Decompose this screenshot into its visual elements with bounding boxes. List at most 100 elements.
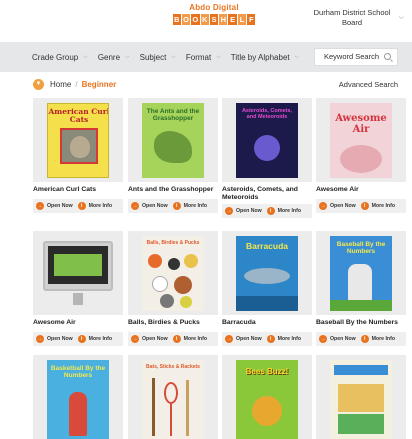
logo-tile: B	[172, 14, 181, 25]
nav-title-alphabet[interactable]: Title by Alphabet ⌵	[231, 53, 299, 62]
book-card: Asteroids, Comets, and Meteoroids Astero…	[222, 98, 312, 218]
info-icon: i	[77, 335, 86, 343]
open-icon: →	[225, 207, 233, 215]
more-info-button[interactable]: i More Info	[266, 207, 301, 215]
breadcrumb-home[interactable]: Home	[50, 80, 71, 89]
more-info-button[interactable]: i More Info	[77, 202, 112, 210]
field-art	[330, 300, 392, 311]
more-info-button[interactable]: i More Info	[266, 335, 301, 343]
nav-genre[interactable]: Genre ⌵	[98, 53, 130, 62]
book-cover[interactable]: Baseball By the Numbers	[330, 236, 392, 311]
breadcrumb-bar: ▼ Home / Beginner Advanced Search	[0, 72, 412, 98]
book-cover[interactable]: Bats, Sticks & Rackets	[142, 360, 204, 439]
ball-art	[168, 258, 180, 270]
cat-photo	[60, 128, 98, 164]
more-info-button[interactable]: i More Info	[172, 335, 207, 343]
chevron-down-icon: ⌵	[125, 53, 130, 60]
cover-illustration	[338, 414, 384, 434]
abdo-bookshelf-logo[interactable]: Abdo Digital B O O K S H E L F	[172, 3, 256, 25]
book-title[interactable]: Asteroids, Comets, and Meteoroids	[222, 186, 314, 202]
book-actions: → Open Now i More Info	[128, 199, 218, 213]
open-now-button[interactable]: → Open Now	[319, 202, 356, 210]
chevron-down-icon[interactable]: ▼	[33, 79, 44, 90]
book-cover[interactable]: Balls, Birdies & Pucks	[142, 236, 204, 311]
ball-art	[148, 254, 162, 268]
book-actions: → Open Now i More Info	[222, 332, 312, 346]
chevron-down-icon: ⌵	[216, 53, 221, 60]
info-icon: i	[360, 202, 369, 210]
book-cover[interactable]	[330, 360, 392, 439]
more-info-label: More Info	[371, 203, 395, 209]
district-selector[interactable]: Durham District School Board	[312, 8, 392, 28]
cover-title: Barracuda	[245, 241, 289, 251]
open-now-button[interactable]: → Open Now	[225, 335, 262, 343]
book-title[interactable]: Barracuda	[222, 319, 314, 327]
book-cover[interactable]: Asteroids, Comets, and Meteoroids	[236, 103, 298, 178]
open-now-label: Open Now	[47, 336, 73, 342]
balloon-art	[340, 145, 382, 173]
book-cover[interactable]: Bees Buzz!	[236, 360, 298, 439]
info-icon: i	[360, 335, 369, 343]
nav-grade-group[interactable]: Crade Group ⌵	[32, 53, 88, 62]
racket-handle	[170, 404, 172, 436]
more-info-button[interactable]: i More Info	[172, 202, 207, 210]
book-actions: → Open Now i More Info	[222, 204, 312, 218]
open-now-button[interactable]: → Open Now	[36, 202, 73, 210]
open-now-button[interactable]: → Open Now	[131, 202, 168, 210]
keyword-search-input[interactable]: Keyword Search	[314, 48, 398, 66]
book-cover[interactable]: Barracuda	[236, 236, 298, 311]
ball-art	[184, 254, 198, 268]
search-icon[interactable]	[384, 53, 391, 60]
cat-shape	[70, 136, 90, 158]
ball-art	[160, 294, 174, 308]
book-title[interactable]: Awesome Air	[316, 186, 408, 194]
more-info-button[interactable]: i More Info	[360, 335, 395, 343]
cover-title: Bats, Sticks & Rackets	[146, 364, 200, 370]
chevron-down-icon[interactable]: ⌵	[399, 14, 404, 22]
book-card: Bats, Sticks & Rackets	[128, 355, 218, 439]
more-info-button[interactable]: i More Info	[360, 202, 395, 210]
cover-title: Balls, Birdies & Pucks	[146, 240, 200, 246]
water-art	[236, 296, 298, 311]
book-card: Awesome Air → Open Now i More Info	[33, 231, 123, 351]
book-card: Basketball By the Numbers	[33, 355, 123, 439]
open-now-button[interactable]: → Open Now	[225, 207, 262, 215]
open-icon: →	[36, 202, 44, 210]
book-title[interactable]: Balls, Birdies & Pucks	[128, 319, 220, 327]
book-actions: → Open Now i More Info	[128, 332, 218, 346]
monitor-stand	[73, 293, 83, 305]
book-cover[interactable]: Awesome Air	[330, 103, 392, 178]
filter-nav-bar: Crade Group ⌵ Genre ⌵ Subject ⌵ Format ⌵ Tit…	[0, 42, 412, 72]
nav-subject[interactable]: Subject ⌵	[140, 53, 176, 62]
cover-title: Basketball By the Numbers	[50, 365, 106, 379]
advanced-search-link[interactable]: Advanced Search	[339, 80, 398, 89]
cover-illustration	[338, 384, 384, 412]
chevron-down-icon: ⌵	[294, 53, 300, 60]
open-now-button[interactable]: → Open Now	[36, 335, 73, 343]
book-cover[interactable]: The Ants and the Grasshopper	[142, 103, 204, 178]
book-title[interactable]: Ants and the Grasshopper	[128, 186, 220, 194]
open-now-button[interactable]: → Open Now	[131, 335, 168, 343]
more-info-label: More Info	[88, 336, 112, 342]
book-cover[interactable]	[43, 241, 113, 291]
book-card: Baseball By the Numbers Baseball By the …	[316, 231, 406, 351]
book-cover[interactable]: American Curl Cats	[47, 103, 109, 178]
book-cover[interactable]: Basketball By the Numbers	[47, 360, 109, 439]
open-now-button[interactable]: → Open Now	[319, 335, 356, 343]
chevron-down-icon: ⌵	[171, 53, 176, 60]
grasshopper-art	[154, 131, 192, 163]
ball-art	[174, 276, 192, 294]
info-icon: i	[172, 202, 181, 210]
book-title[interactable]: Awesome Air	[33, 319, 125, 327]
ball-art	[152, 276, 168, 292]
nav-label: Genre	[97, 52, 121, 62]
book-title[interactable]: Baseball By the Numbers	[316, 319, 408, 327]
book-title[interactable]: American Curl Cats	[33, 186, 125, 194]
open-icon: →	[131, 202, 139, 210]
more-info-label: More Info	[183, 203, 207, 209]
logo-tile: K	[200, 14, 209, 25]
cover-banner	[334, 365, 388, 375]
nav-format[interactable]: Format ⌵	[186, 53, 221, 62]
open-now-label: Open Now	[330, 336, 356, 342]
more-info-button[interactable]: i More Info	[77, 335, 112, 343]
